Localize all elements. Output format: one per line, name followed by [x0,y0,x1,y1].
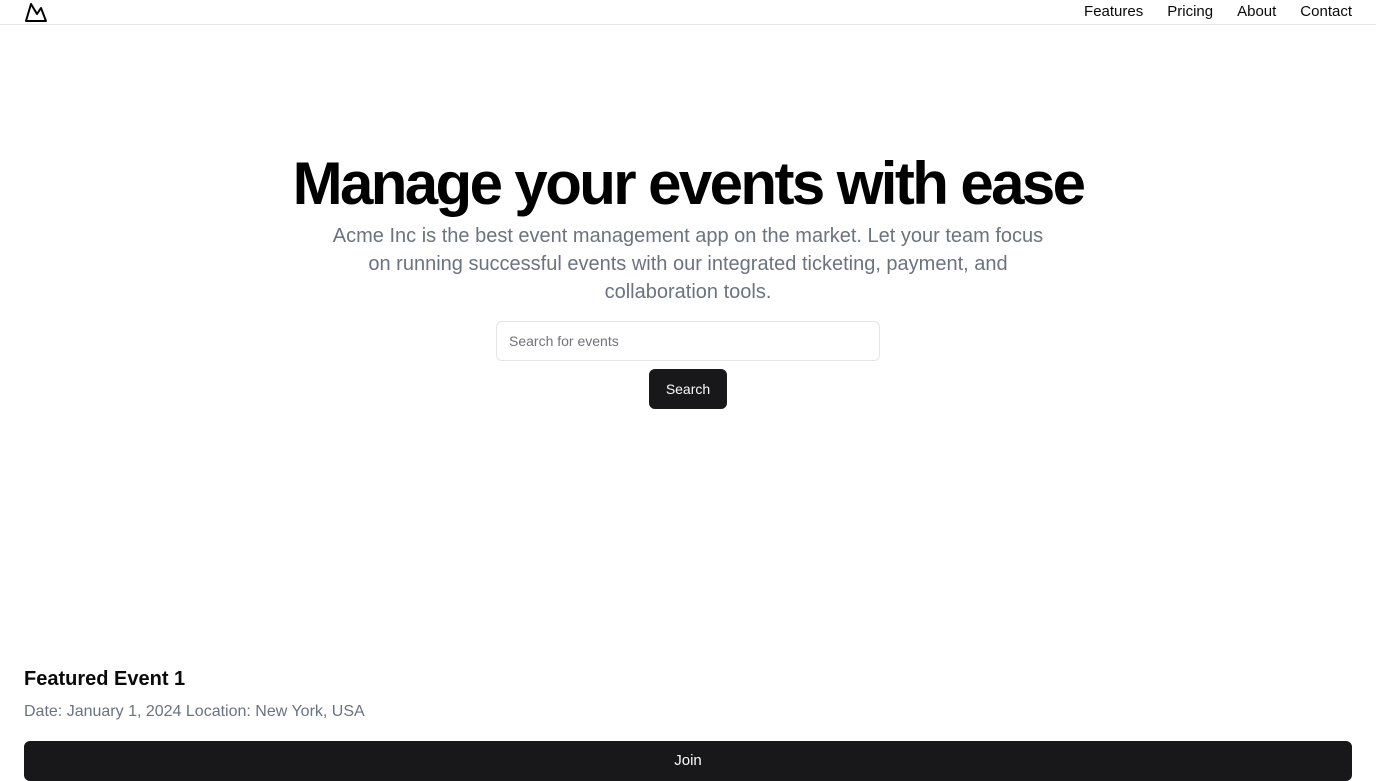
featured-event-card: Featured Event 1 Date: January 1, 2024 L… [24,666,1352,724]
nav-link-features[interactable]: Features [1084,0,1143,24]
nav-link-pricing[interactable]: Pricing [1167,0,1213,24]
event-location: New York, USA [255,703,365,720]
nav-link-about[interactable]: About [1237,0,1276,24]
join-event-button[interactable]: Join [24,741,1352,781]
mountain-icon[interactable] [24,1,48,23]
nav-link-contact[interactable]: Contact [1300,0,1352,24]
event-location-label: Location: [185,703,251,720]
top-navigation-bar: Features Pricing About Contact [0,0,1376,25]
search-button[interactable]: Search [649,369,727,409]
hero-title: Manage your events with ease [292,150,1086,217]
event-date: January 1, 2024 [66,703,182,720]
hero-description: Acme Inc is the best event management ap… [332,225,1044,303]
event-date-label: Date: [24,703,63,720]
featured-event-meta: Date: January 1, 2024 Location: New York… [24,700,1352,724]
event-search-input[interactable] [496,321,880,361]
featured-event-title: Featured Event 1 [24,668,186,690]
main-nav: Features Pricing About Contact [1084,0,1352,24]
hero-section: Manage your events with ease Acme Inc is… [0,150,1376,306]
